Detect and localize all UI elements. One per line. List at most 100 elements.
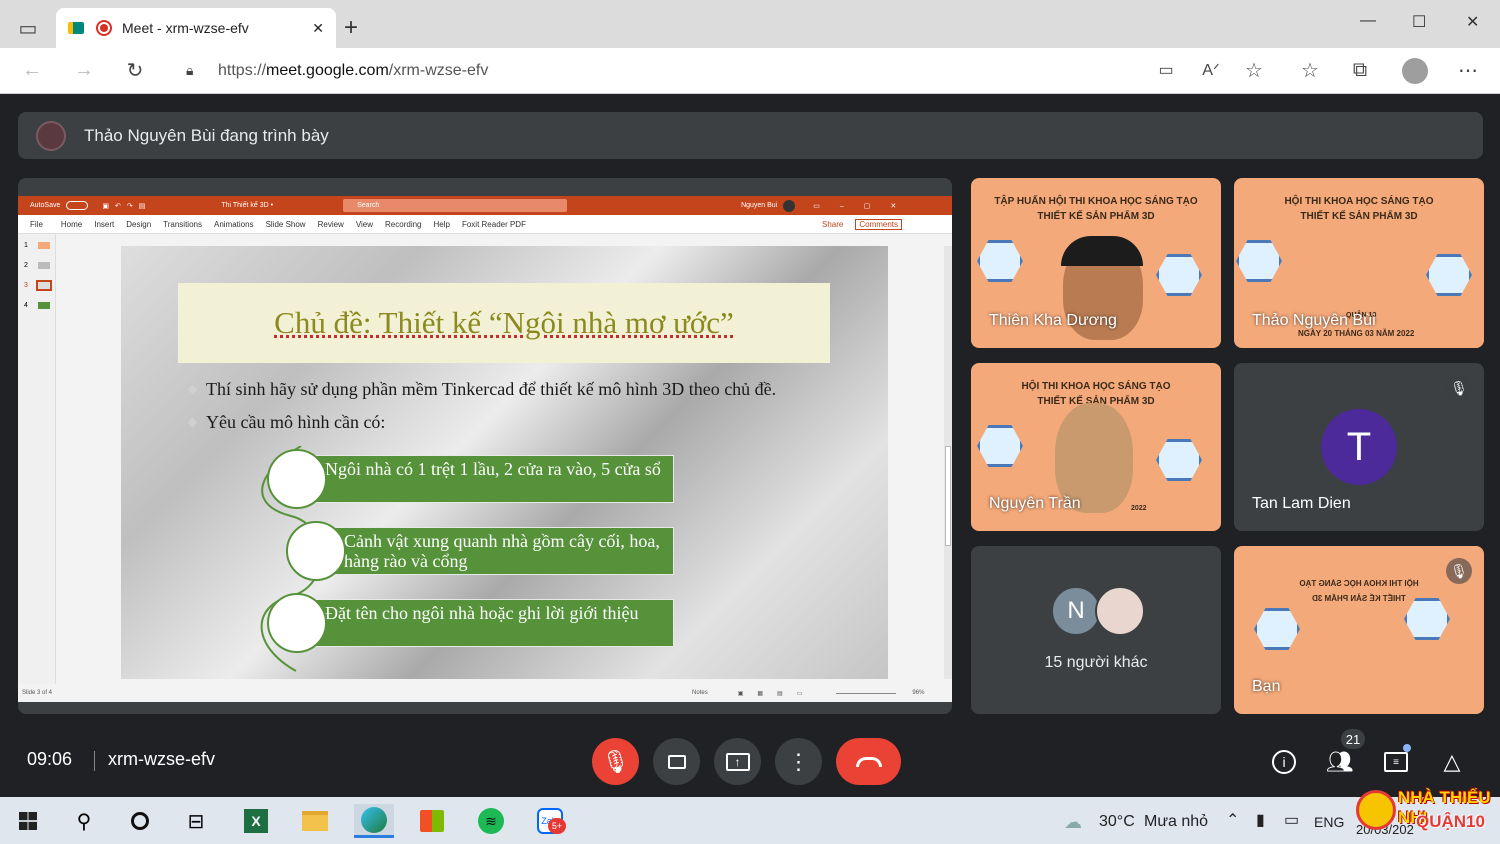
self-tile[interactable]: HỘI THI KHOA HỌC SÁNG TẠO THIẾT KẾ SẢN PH…	[1234, 546, 1484, 714]
windows-start-icon[interactable]	[8, 804, 48, 838]
close-window-button[interactable]: ✕	[1466, 12, 1479, 32]
participant-tile[interactable]: 🎙︎ T Tan Lam Dien	[1234, 363, 1484, 531]
ppt-menu-item: Slide Show	[265, 219, 306, 229]
poster-date: NGÀY 20 THÁNG 03 NĂM 2022	[1298, 329, 1415, 338]
participant-avatar: T	[1321, 409, 1397, 485]
maximize-button[interactable]: ☐	[1412, 12, 1426, 32]
store-icon[interactable]	[412, 804, 452, 838]
thumb-number: 4	[24, 302, 28, 309]
collections-icon[interactable]: ⧉	[1346, 56, 1374, 84]
ppt-title-bar: AutoSave ▣↶↷▤ Thi Thiết kế 3D • Search N…	[18, 196, 952, 215]
more-options-button[interactable]: ⋮	[775, 738, 822, 785]
slide-title: Chủ đề: Thiết kế “Ngôi nhà mơ ước”	[178, 283, 830, 363]
poster-date: 2022	[1131, 505, 1147, 512]
thumb-number: 2	[24, 262, 28, 269]
spotify-icon[interactable]: ≋	[471, 804, 511, 838]
others-count: 15 người khác	[1044, 654, 1148, 671]
participant-hair	[1061, 236, 1143, 266]
participant-tile[interactable]: HỘI THI KHOA HỌC SÁNG TẠO THIẾT KẾ SẢN PH…	[971, 363, 1221, 531]
others-tile[interactable]: N 15 người khác	[971, 546, 1221, 714]
present-screen-icon: ↑	[725, 752, 750, 771]
address-bar[interactable]: 🔒︎ https://meet.google.com/xrm-wzse-efv	[168, 54, 1276, 88]
ppt-menu-item: Help	[433, 219, 450, 229]
house-hex-icon	[1236, 240, 1282, 282]
url-path: /xrm-wzse-efv	[388, 62, 489, 79]
requirement-box: Cảnh vật xung quanh nhà gồm cây cối, hoa…	[325, 527, 674, 575]
code-hex-icon	[1254, 608, 1300, 650]
poster-line: HỘI THI KHOA HỌC SÁNG TẠO	[1284, 196, 1434, 207]
requirement-box: Ngôi nhà có 1 trệt 1 lầu, 2 cửa ra vào, …	[306, 455, 674, 503]
ppt-menu-item: Home	[60, 219, 83, 229]
people-count-badge: 21	[1341, 729, 1365, 749]
microphone-tray-icon[interactable]: ▮	[1256, 810, 1265, 830]
ppt-file-name: Thi Thiết kế 3D •	[221, 202, 274, 209]
file-explorer-icon[interactable]	[295, 804, 335, 838]
ppt-scrollbar	[944, 246, 952, 679]
meeting-code: xrm-wzse-efv	[108, 749, 215, 769]
mic-off-icon: 🎙︎	[1446, 375, 1472, 401]
requirement-circle	[267, 449, 327, 509]
language-indicator[interactable]: ENG	[1314, 814, 1344, 830]
presenter-text: Thảo Nguyên Bùi đang trình bày	[84, 125, 329, 145]
ppt-menu-item: Insert	[94, 219, 115, 229]
ppt-menu-item: Animations	[213, 219, 254, 229]
participant-tile[interactable]: HỘI THI KHOA HỌC SÁNG TẠO THIẾT KẾ SẢN PH…	[1234, 178, 1484, 348]
current-slide: Chủ đề: Thiết kế “Ngôi nhà mơ ước” Thí s…	[121, 246, 888, 679]
url-host: meet.google.com	[266, 62, 389, 79]
weather-text[interactable]: Mưa nhỏ	[1144, 813, 1208, 831]
camera-site-icon[interactable]: ▭	[1152, 56, 1180, 84]
close-tab-icon[interactable]: ✕	[312, 20, 324, 37]
excel-icon[interactable]: X	[236, 804, 276, 838]
participant-tile[interactable]: TẬP HUẤN HỘI THI KHOA HỌC SÁNG TẠO THIẾT …	[971, 178, 1221, 348]
mic-toggle-button[interactable]: 🎙︎	[592, 738, 639, 785]
leave-call-button[interactable]	[836, 738, 901, 785]
weather-temp[interactable]: 30°C	[1099, 813, 1135, 831]
reload-icon[interactable]: ↻	[121, 56, 149, 84]
thumb-slide	[38, 302, 50, 309]
edge-icon[interactable]	[354, 804, 394, 838]
cortana-icon[interactable]	[120, 804, 160, 838]
tile-poster: HỘI THI KHOA HỌC SÁNG TẠO THIẾT KẾ SẢN PH…	[1234, 194, 1484, 224]
camera-toggle-button[interactable]	[653, 738, 700, 785]
network-icon[interactable]: ▭	[1284, 810, 1299, 830]
divider	[94, 751, 95, 771]
profile-avatar[interactable]	[1402, 58, 1428, 84]
mic-off-icon: 🎙︎	[1446, 558, 1472, 584]
more-menu-icon[interactable]: ⋯	[1454, 56, 1482, 84]
requirement-circle	[286, 521, 346, 581]
thumb-number: 3	[24, 282, 28, 289]
mic-off-icon: 🎙︎	[601, 748, 630, 774]
tray-chevron-icon[interactable]: ⌃	[1226, 810, 1239, 830]
windows-taskbar	[0, 797, 1500, 844]
ppt-slide-thumbnails: 1 2 3 4	[18, 234, 56, 684]
video-camera-icon	[667, 754, 686, 769]
activities-icon[interactable]: △	[1436, 746, 1468, 778]
favorites-icon[interactable]: ☆	[1296, 56, 1324, 84]
present-button[interactable]: ↑	[714, 738, 761, 785]
powerpoint-window: AutoSave ▣↶↷▤ Thi Thiết kế 3D • Search N…	[18, 196, 952, 702]
meeting-info-icon[interactable]: i	[1268, 746, 1300, 778]
ppt-menu-item: View	[355, 219, 374, 229]
url-scheme: https://	[218, 62, 267, 79]
search-icon[interactable]: ⚲	[64, 804, 104, 838]
forward-arrow-icon[interactable]: →	[70, 56, 98, 84]
ppt-window-controls: ▭–▢✕	[813, 202, 917, 210]
ppt-user-avatar	[783, 199, 796, 212]
add-favorite-icon[interactable]: ☆	[1240, 56, 1268, 84]
minimize-button[interactable]: —	[1360, 12, 1376, 30]
read-aloud-icon[interactable]: Aᐟ	[1197, 56, 1225, 84]
ppt-share: Share	[821, 219, 844, 229]
new-tab-button[interactable]: +	[344, 14, 358, 42]
back-arrow-icon[interactable]: ←	[18, 56, 46, 84]
more-vert-icon: ⋮	[787, 748, 810, 774]
meet-logo-icon	[68, 22, 84, 34]
presenting-banner: Thảo Nguyên Bùi đang trình bày	[18, 112, 1483, 159]
people-icon[interactable]: 👥︎	[1324, 746, 1356, 778]
presentation-panel[interactable]: AutoSave ▣↶↷▤ Thi Thiết kế 3D • Search N…	[18, 178, 952, 714]
task-view-icon[interactable]: ⊟	[176, 804, 216, 838]
browser-tab[interactable]: Meet - xrm-wzse-efv ✕	[56, 8, 336, 48]
meeting-time: 09:06	[27, 749, 73, 769]
tab-actions-icon[interactable]: ▭	[14, 14, 42, 42]
recording-icon	[96, 20, 112, 36]
ppt-menu-item: Transitions	[163, 219, 202, 229]
